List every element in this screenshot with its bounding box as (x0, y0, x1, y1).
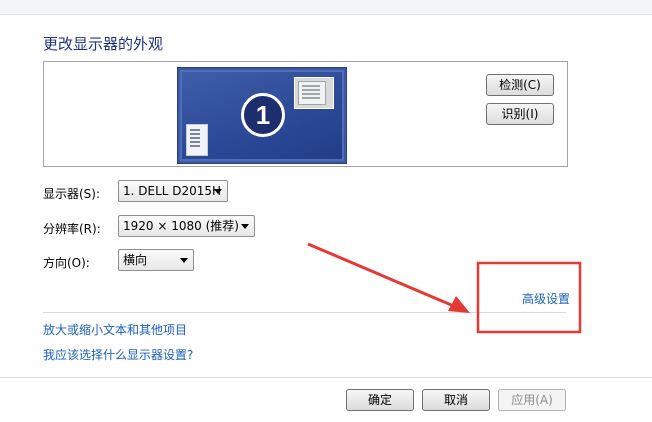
apply-button[interactable]: 应用(A) (498, 389, 566, 411)
window-top-strip (0, 0, 652, 15)
display-label: 显示器(S): (43, 187, 101, 201)
desktop-gadget-icon (186, 124, 208, 156)
display-select-value: 1. DELL D2015H (123, 184, 222, 198)
display-select[interactable]: 1. DELL D2015H (118, 180, 228, 202)
chevron-down-icon (214, 189, 222, 194)
chevron-down-icon (180, 258, 188, 263)
orientation-select-value: 横向 (123, 253, 148, 267)
divider (43, 312, 566, 313)
display-settings-help-link[interactable]: 我应该选择什么显示器设置? (43, 346, 193, 363)
annotation-arrow-line (307, 242, 457, 309)
detect-button[interactable]: 检测(C) (486, 74, 554, 96)
resolution-label: 分辨率(R): (43, 222, 101, 236)
orientation-label: 方向(O): (43, 256, 90, 270)
resolution-select[interactable]: 1920 × 1080 (推荐) (118, 215, 255, 237)
text-size-link[interactable]: 放大或缩小文本和其他项目 (43, 321, 187, 338)
footer-divider (0, 377, 652, 378)
cancel-button[interactable]: 取消 (422, 389, 490, 411)
identify-button[interactable]: 识别(I) (486, 103, 554, 125)
resolution-select-value: 1920 × 1080 (推荐) (123, 219, 239, 233)
page-title: 更改显示器的外观 (43, 35, 164, 53)
orientation-select[interactable]: 横向 (118, 249, 194, 271)
monitor-number-badge: 1 (241, 93, 285, 137)
monitor-screen: 1 (182, 72, 342, 159)
monitor-thumbnail[interactable]: 1 (178, 68, 346, 163)
advanced-settings-link[interactable]: 高级设置 (522, 290, 570, 307)
chevron-down-icon (241, 224, 249, 229)
desktop-window-icon (294, 77, 334, 109)
annotation-arrowhead (448, 296, 470, 313)
ok-button[interactable]: 确定 (346, 389, 414, 411)
